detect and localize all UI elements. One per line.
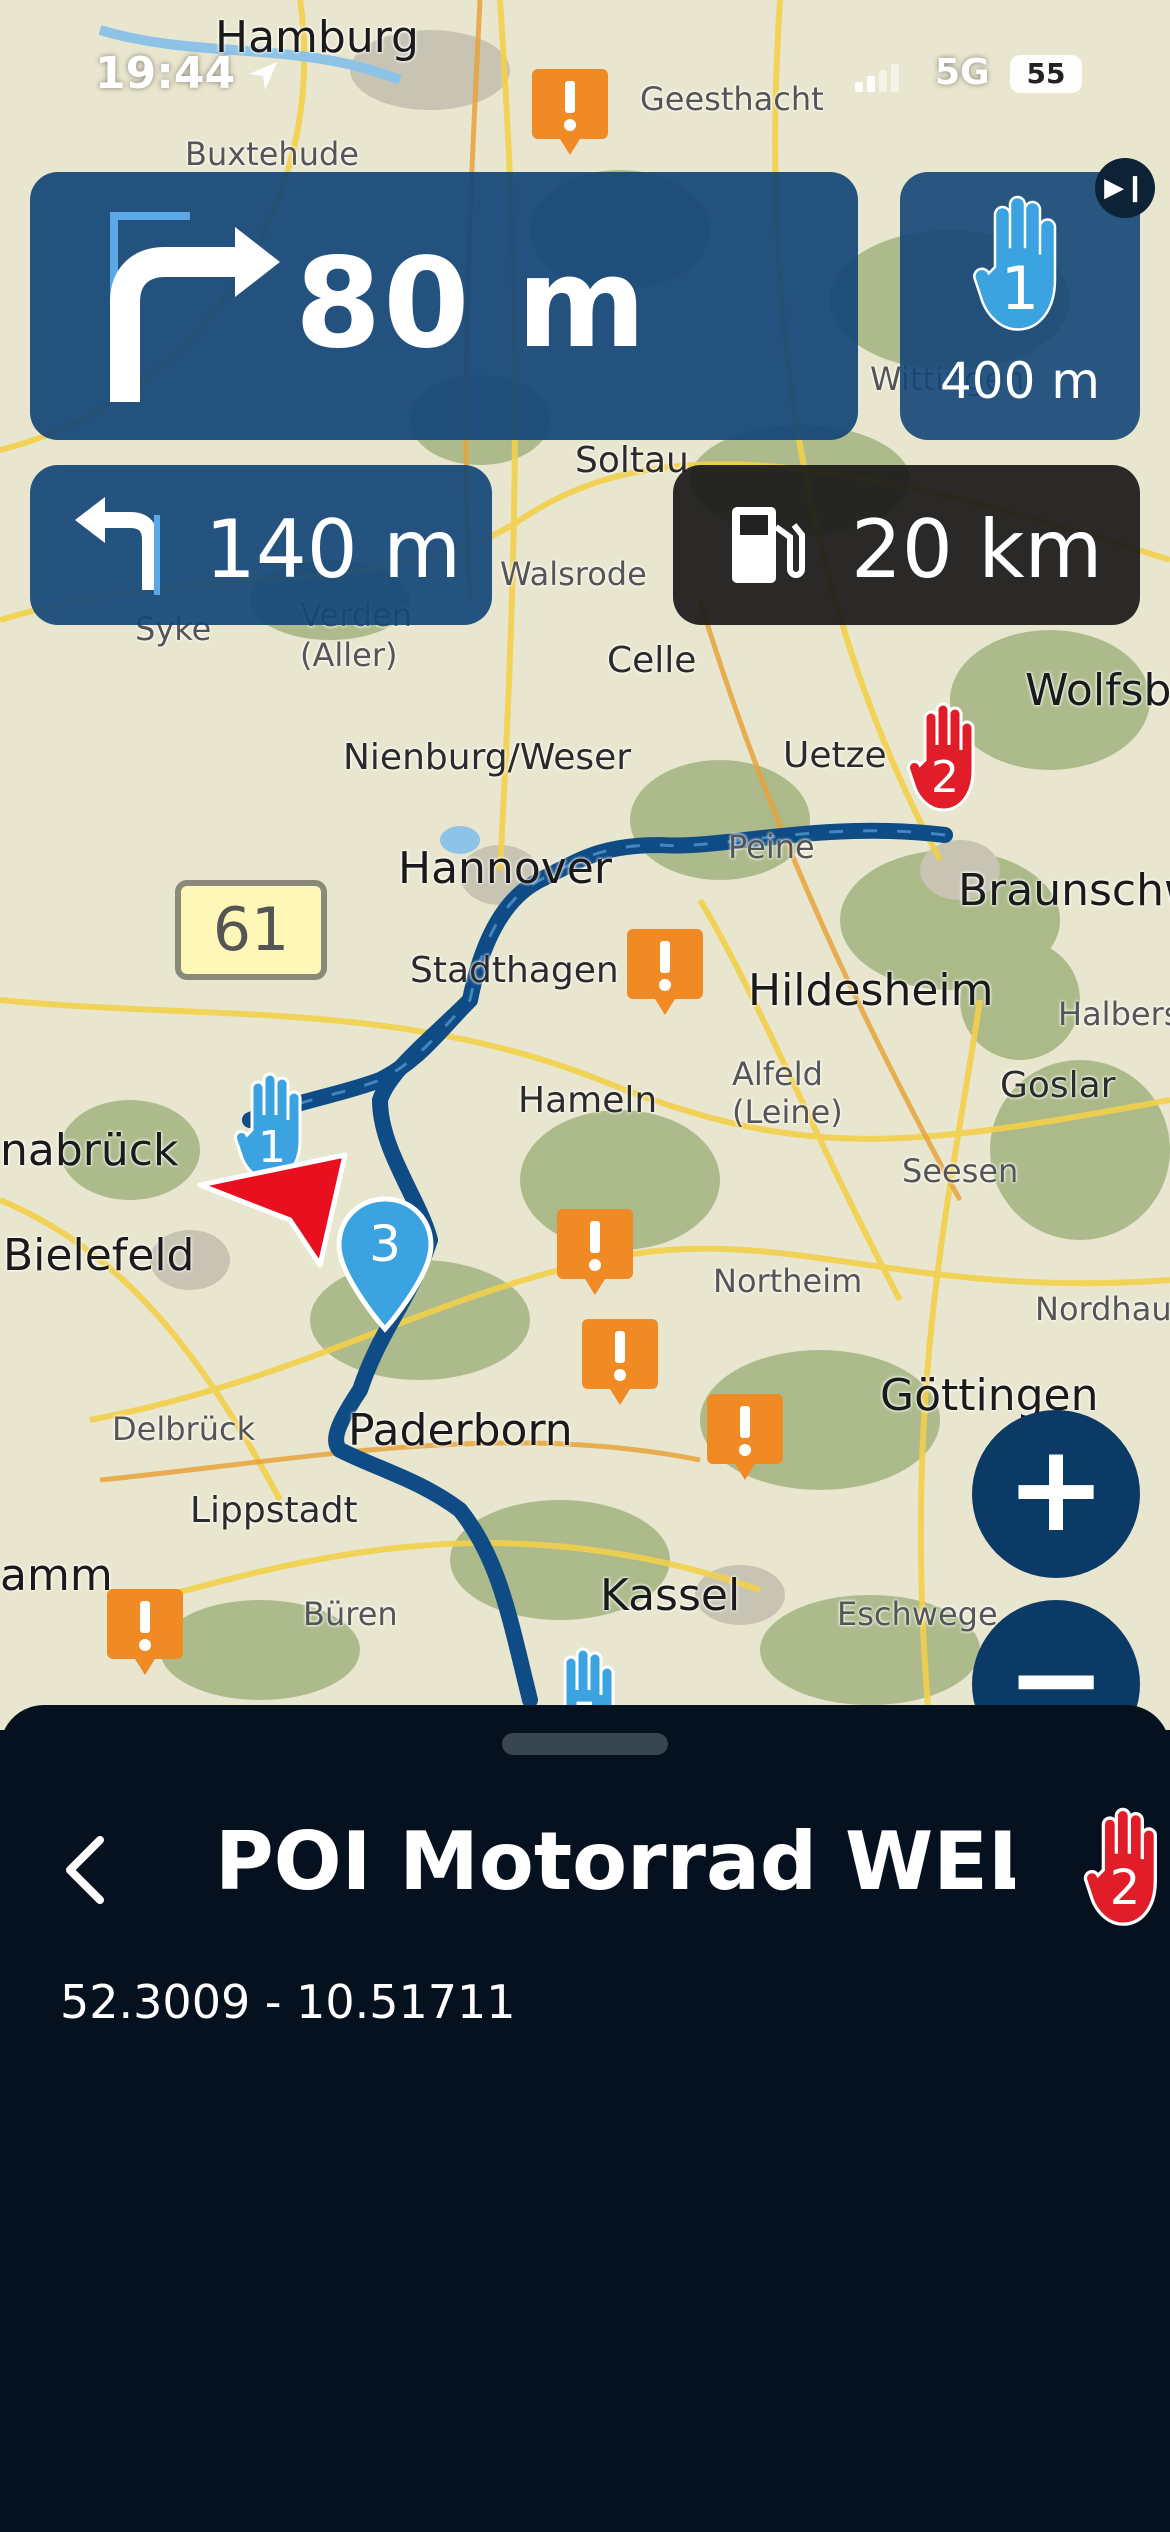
- town-label-northeim: Northeim: [713, 1262, 863, 1300]
- city-label-hamburg: Hamburg: [215, 12, 419, 63]
- town-label-buren: Büren: [303, 1595, 398, 1633]
- route-number-sign: 61: [175, 880, 327, 980]
- network-type: 5G: [935, 52, 990, 93]
- fuel-distance: 20 km: [851, 503, 1103, 596]
- sheet-drag-handle[interactable]: [502, 1733, 668, 1755]
- next-waypoint-card[interactable]: 1 400 m: [900, 172, 1140, 440]
- city-label-bielefeld: Bielefeld: [3, 1230, 195, 1281]
- skip-next-icon: ▶❙: [1104, 173, 1146, 203]
- current-position-arrow-icon: [197, 1152, 348, 1268]
- next-instruction-distance: 140 m: [205, 503, 462, 596]
- map-view[interactable]: Hamburg Buxtehude Geesthacht Wittingen S…: [0, 0, 1170, 1730]
- plus-icon: +: [1005, 1420, 1107, 1559]
- city-label-hildesheim: Hildesheim: [748, 965, 994, 1016]
- town-label-halbers: Halbers: [1058, 995, 1170, 1033]
- main-instruction-distance: 80 m: [295, 232, 648, 376]
- turn-right-icon: [110, 212, 280, 402]
- city-label-paderborn: Paderborn: [348, 1405, 573, 1456]
- warning-marker-icon[interactable]: [705, 1390, 785, 1485]
- city-label-wolfsburg: Wolfsbu: [1025, 665, 1170, 716]
- fuel-pump-icon: [732, 507, 805, 583]
- poi-coordinates: 52.3009 - 10.51711: [60, 1975, 516, 2029]
- town-label-seesen: Seesen: [902, 1152, 1019, 1190]
- city-label-osnabruck: nabrück: [0, 1125, 179, 1176]
- warning-marker-icon[interactable]: [530, 65, 610, 160]
- town-label-goslar: Goslar: [1000, 1065, 1116, 1106]
- city-label-kassel: Kassel: [600, 1570, 741, 1621]
- zoom-in-button[interactable]: +: [972, 1410, 1140, 1578]
- back-chevron-icon[interactable]: [55, 1825, 115, 1915]
- town-label-peine: Peine: [728, 828, 815, 866]
- warning-marker-icon[interactable]: [580, 1315, 660, 1410]
- town-label-hameln: Hameln: [518, 1080, 658, 1121]
- signal-bars-icon: [855, 64, 899, 92]
- location-arrow-icon: [249, 62, 277, 90]
- town-label-alfeld: Alfeld (Leine): [732, 1055, 843, 1131]
- town-label-delbruck: Delbrück: [112, 1410, 256, 1448]
- city-label-hamm: amm: [0, 1550, 113, 1601]
- poi-detail-sheet: POI Motorrad WEL... 2 52.3009 - 10.51711: [0, 1705, 1170, 2532]
- fuel-stop-card[interactable]: 20 km: [673, 465, 1140, 625]
- city-label-braunschweig: Braunschw: [958, 865, 1170, 916]
- town-label-celle: Celle: [607, 640, 697, 681]
- waypoint-distance: 400 m: [939, 352, 1101, 410]
- town-label-nienburg: Nienburg/Weser: [343, 737, 632, 778]
- town-label-lippstadt: Lippstadt: [190, 1490, 358, 1531]
- town-label-nordhau: Nordhau: [1035, 1290, 1170, 1328]
- turn-left-icon: [75, 497, 160, 595]
- waypoint-2-marker[interactable]: 2: [905, 700, 985, 820]
- town-label-soltau: Soltau: [575, 440, 689, 481]
- poi-title: POI Motorrad WEL...: [215, 1815, 1015, 1908]
- main-instruction-card[interactable]: 80 m: [30, 172, 858, 440]
- battery-indicator: 55: [1010, 55, 1082, 93]
- poi-waypoint-marker: 2: [1080, 1805, 1170, 1935]
- warning-marker-icon[interactable]: [625, 925, 705, 1020]
- status-time: 19:44: [95, 48, 236, 99]
- city-label-hannover: Hannover: [398, 843, 612, 894]
- warning-marker-icon[interactable]: [555, 1205, 635, 1300]
- town-label-walsrode: Walsrode: [500, 555, 647, 593]
- waypoint-hand-marker: 1: [960, 192, 1080, 342]
- warning-marker-icon[interactable]: [105, 1585, 185, 1680]
- town-label-buxtehude: Buxtehude: [185, 135, 359, 173]
- town-label-geesthacht: Geesthacht: [640, 80, 824, 118]
- next-instruction-card[interactable]: 140 m: [30, 465, 492, 625]
- town-label-uetze: Uetze: [783, 735, 887, 776]
- town-label-stadthagen: Stadthagen: [410, 950, 619, 991]
- skip-waypoint-button[interactable]: ▶❙: [1095, 158, 1155, 218]
